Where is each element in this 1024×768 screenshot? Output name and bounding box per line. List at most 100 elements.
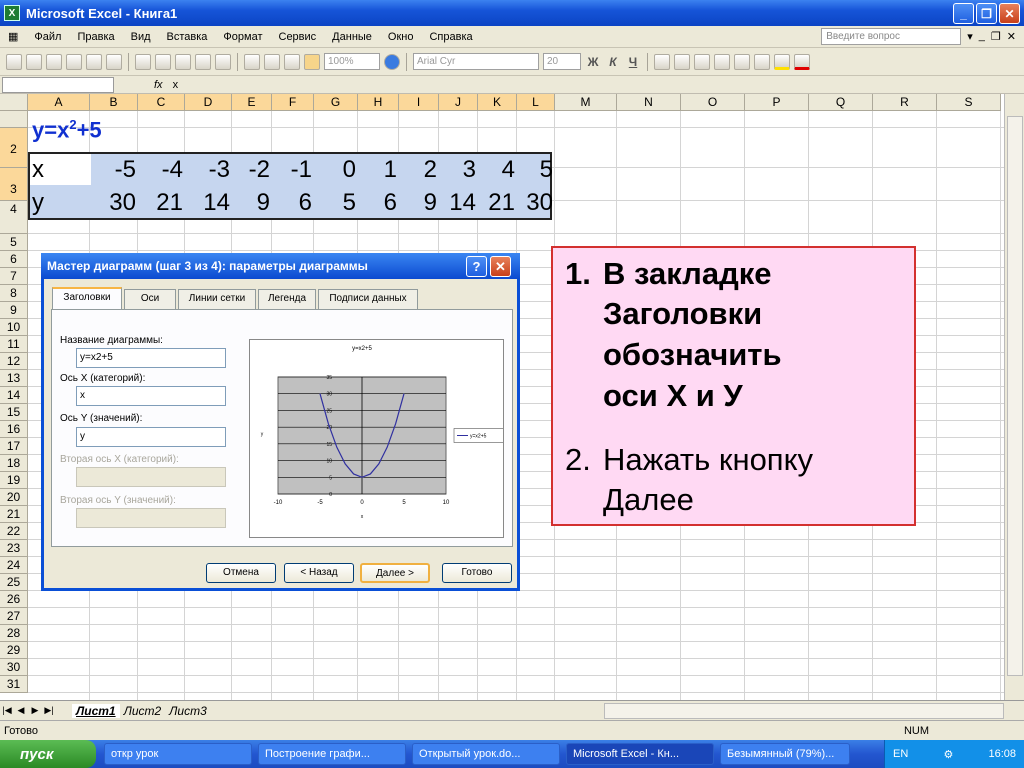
- permission-icon[interactable]: [66, 53, 82, 70]
- chart-wizard-icon[interactable]: [304, 53, 320, 70]
- paste-icon[interactable]: [195, 53, 211, 70]
- excel-icon[interactable]: X: [4, 5, 20, 21]
- row-header-3[interactable]: 3: [0, 168, 28, 201]
- fill-color-icon[interactable]: [774, 53, 790, 70]
- column-header-F[interactable]: F: [272, 94, 314, 111]
- cell-x-value[interactable]: -2: [222, 156, 270, 184]
- chart-title-input[interactable]: y=x2+5: [76, 348, 226, 368]
- taskbar-item-2[interactable]: Построение графи...: [258, 743, 406, 765]
- font-color-icon[interactable]: [794, 53, 810, 70]
- underline-button[interactable]: Ч: [625, 55, 641, 69]
- taskbar-item-5[interactable]: Безымянный (79%)...: [720, 743, 850, 765]
- row-header-23[interactable]: 23: [0, 540, 28, 557]
- cell-y-value[interactable]: 9: [222, 189, 270, 217]
- row-header-14[interactable]: 14: [0, 387, 28, 404]
- row-header-12[interactable]: 12: [0, 353, 28, 370]
- row-header-27[interactable]: 27: [0, 608, 28, 625]
- save-icon[interactable]: [46, 53, 62, 70]
- language-indicator[interactable]: EN: [893, 748, 908, 760]
- tab-data-labels[interactable]: Подписи данных: [318, 289, 418, 309]
- start-button[interactable]: пуск: [0, 740, 96, 768]
- doc-minimize-button[interactable]: _: [979, 30, 985, 43]
- menu-format[interactable]: Формат: [215, 31, 270, 43]
- column-header-Q[interactable]: Q: [809, 94, 873, 111]
- cell-y-value[interactable]: 30: [505, 189, 553, 217]
- row-header-22[interactable]: 22: [0, 523, 28, 540]
- row-header-4[interactable]: 4: [0, 201, 28, 234]
- taskbar-item-excel[interactable]: Microsoft Excel - Кн...: [566, 743, 714, 765]
- row-header-24[interactable]: 24: [0, 557, 28, 574]
- column-header-C[interactable]: C: [138, 94, 185, 111]
- column-header-N[interactable]: N: [617, 94, 681, 111]
- column-header-I[interactable]: I: [399, 94, 439, 111]
- column-header-J[interactable]: J: [439, 94, 478, 111]
- row-header-1[interactable]: 1: [0, 111, 28, 148]
- tab-legend[interactable]: Легенда: [258, 289, 316, 309]
- row-header-17[interactable]: 17: [0, 438, 28, 455]
- fx-icon[interactable]: fx: [154, 79, 163, 91]
- menu-help[interactable]: Справка: [421, 31, 480, 43]
- row-header-9[interactable]: 9: [0, 302, 28, 319]
- merge-center-icon[interactable]: [714, 53, 730, 70]
- select-all-corner[interactable]: [0, 94, 28, 111]
- cell-x-value[interactable]: 5: [505, 156, 553, 184]
- column-header-G[interactable]: G: [314, 94, 358, 111]
- menu-insert[interactable]: Вставка: [159, 31, 216, 43]
- column-header-M[interactable]: M: [555, 94, 617, 111]
- align-left-icon[interactable]: [654, 53, 670, 70]
- undo-icon[interactable]: [244, 53, 260, 70]
- vertical-scroll-thumb[interactable]: [1007, 116, 1023, 676]
- column-header-A[interactable]: A: [28, 94, 90, 111]
- format-painter-icon[interactable]: [215, 53, 231, 70]
- dialog-close-button[interactable]: ✕: [490, 256, 511, 277]
- cut-icon[interactable]: [155, 53, 171, 70]
- doc-restore-button[interactable]: ❐: [991, 30, 1001, 43]
- row-header-8[interactable]: 8: [0, 285, 28, 302]
- back-button[interactable]: < Назад: [284, 563, 354, 583]
- sheet-tab-3[interactable]: Лист3: [165, 704, 211, 718]
- finish-button[interactable]: Готово: [442, 563, 512, 583]
- name-box[interactable]: [2, 76, 114, 93]
- cell-a2-label[interactable]: x: [32, 156, 92, 184]
- row-header-29[interactable]: 29: [0, 642, 28, 659]
- align-center-icon[interactable]: [674, 53, 690, 70]
- cell-x-value[interactable]: -4: [135, 156, 183, 184]
- y-axis-input[interactable]: y: [76, 427, 226, 447]
- column-header-K[interactable]: K: [478, 94, 517, 111]
- cell-a1-title[interactable]: y=x2+5: [32, 117, 102, 143]
- spelling-icon[interactable]: [135, 53, 151, 70]
- cell-y-value[interactable]: 21: [135, 189, 183, 217]
- bold-button[interactable]: Ж: [585, 55, 601, 69]
- zoom-select[interactable]: 100%: [324, 53, 380, 70]
- last-sheet-icon[interactable]: ▶|: [42, 705, 56, 716]
- row-header-26[interactable]: 26: [0, 591, 28, 608]
- column-header-L[interactable]: L: [517, 94, 555, 111]
- font-select[interactable]: Arial Cyr: [413, 53, 539, 70]
- align-right-icon[interactable]: [694, 53, 710, 70]
- sheet-tab-1[interactable]: Лист1: [72, 703, 120, 718]
- ask-question-input[interactable]: Введите вопрос: [821, 28, 962, 45]
- doc-icon[interactable]: ▦: [0, 30, 26, 43]
- autosum-icon[interactable]: [264, 53, 280, 70]
- restore-button[interactable]: ❐: [976, 3, 997, 24]
- row-header-13[interactable]: 13: [0, 370, 28, 387]
- font-size-select[interactable]: 20: [543, 53, 581, 70]
- prev-sheet-icon[interactable]: ◀: [14, 705, 28, 716]
- cell-y-value[interactable]: 30: [88, 189, 136, 217]
- sort-icon[interactable]: [284, 53, 300, 70]
- cell-y-value[interactable]: 6: [264, 189, 312, 217]
- row-header-31[interactable]: 31: [0, 676, 28, 693]
- row-header-6[interactable]: 6: [0, 251, 28, 268]
- row-header-21[interactable]: 21: [0, 506, 28, 523]
- help-button[interactable]: ?: [466, 256, 487, 277]
- menu-tools[interactable]: Сервис: [271, 31, 325, 43]
- row-header-10[interactable]: 10: [0, 319, 28, 336]
- indent-icon[interactable]: [734, 53, 750, 70]
- sheet-tab-2[interactable]: Лист2: [120, 704, 166, 718]
- taskbar-item-1[interactable]: откр урок: [104, 743, 252, 765]
- menu-edit[interactable]: Правка: [69, 31, 122, 43]
- column-header-P[interactable]: P: [745, 94, 809, 111]
- close-button[interactable]: ✕: [999, 3, 1020, 24]
- next-button[interactable]: Далее >: [360, 563, 430, 583]
- doc-close-button[interactable]: ✕: [1007, 30, 1016, 43]
